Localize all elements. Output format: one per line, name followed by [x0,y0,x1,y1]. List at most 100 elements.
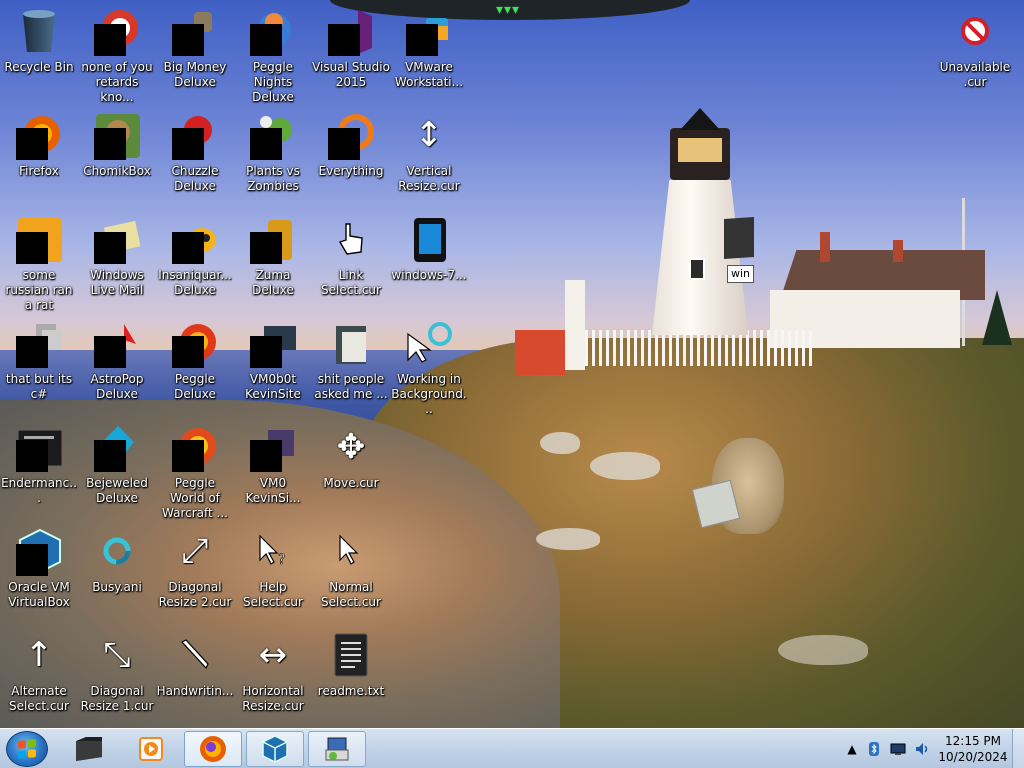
wallpaper-lighthouse-glass [678,138,722,162]
desktop-icon-peggle-world-of-warcraft[interactable]: Peggle World of Warcraft ... [156,420,234,520]
desktop-icon-recycle-bin[interactable]: Recycle Bin [0,4,78,104]
desktop-icon-vertical-resize-cur[interactable]: ↕ Vertical Resize.cur [390,108,468,208]
wallpaper-fence [585,330,815,366]
redaction-box [94,440,126,472]
desktop-icon-visual-studio-2015[interactable]: Visual Studio 2015 [312,4,390,104]
desktop-icon-readme-txt[interactable]: readme.txt [312,628,390,728]
icon-label: Bejeweled Deluxe [86,476,148,505]
desktop-icon-working-in-background[interactable]: Working in Background... [390,316,468,416]
redaction-box [250,232,282,264]
desktop-icon-oracle-vm-virtualbox[interactable]: Oracle VM VirtualBox [0,524,78,624]
taskbar-firefox-button[interactable] [184,731,242,767]
desktop-icon-horizontal-resize-cur[interactable]: ↔ Horizontal Resize.cur [234,628,312,728]
icon-label: Oracle VM VirtualBox [8,580,70,609]
clock[interactable]: 12:15 PM 10/20/2024 [938,733,1008,765]
icon-label: that but its c# [5,372,73,401]
desktop-icon-astropop-deluxe[interactable]: AstroPop Deluxe [78,316,156,416]
desktop-icon-peggle-deluxe[interactable]: Peggle Deluxe [156,316,234,416]
desktop-icon-insaniquarium-deluxe[interactable]: Insaniquar... Deluxe [156,212,234,312]
desktop-icon-handwriting-cur[interactable]: Handwritin... [156,628,234,728]
desktop-icon-endermanch[interactable]: Endermanc... [0,420,78,520]
redaction-box [94,24,126,56]
unavailable-cursor-icon [952,8,998,54]
taskbar-virtualbox-button[interactable] [246,731,304,767]
icon-label: Recycle Bin [4,60,74,74]
working-cursor-icon [406,320,452,366]
desktop-icon-diagonal-resize-1-cur[interactable]: ⤡ Diagonal Resize 1.cur [78,628,156,728]
desktop-icon-peggle-nights-deluxe[interactable]: Peggle Nights Deluxe [234,4,312,104]
top-overlay-indicator: ▾▾▾ [496,2,521,18]
desktop-icon-zuma-deluxe[interactable]: Zuma Deluxe [234,212,312,312]
redaction-box [172,24,204,56]
up-arrow-cursor-icon: ↑ [24,635,54,675]
desktop-icon-app[interactable]: none of you retards kno... [78,4,156,104]
redaction-box [250,128,282,160]
icon-label: Link Select.cur [321,268,381,297]
diagonal-resize-cursor-icon: ⤡ [103,635,131,675]
show-desktop-button[interactable] [1012,729,1024,768]
media-player-icon [139,737,163,761]
volume-icon[interactable] [914,741,930,757]
chevron-up-icon[interactable]: ▲ [844,741,860,757]
taskbar-media-player-button[interactable] [122,731,180,767]
desktop-icon-alternate-select-cur[interactable]: ↑ Alternate Select.cur [0,628,78,728]
desktop-icon-help-select-cur[interactable]: ? Help Select.cur [234,524,312,624]
desktop-icon-unavailable-cur[interactable]: Unavailable .cur [936,4,1014,104]
bluetooth-icon[interactable] [866,741,882,757]
desktop-icon-vm0b0t-kevinsite[interactable]: VM0b0t KevinSite [234,316,312,416]
redaction-box [328,128,360,160]
pen-cursor-icon [172,632,218,678]
desktop-icon-normal-select-cur[interactable]: Normal Select.cur [312,524,390,624]
icon-label: Everything [318,164,384,178]
desktop-icon-everything[interactable]: Everything [312,108,390,208]
desktop-icon-folder[interactable]: shit people asked me ... [312,316,390,416]
desktop-icon-chuzzle-deluxe[interactable]: Chuzzle Deluxe [156,108,234,208]
vertical-resize-cursor-icon: ↕ [414,115,444,155]
icon-label: Handwritin... [156,684,234,698]
desktop-icon-big-money-deluxe[interactable]: Big Money Deluxe [156,4,234,104]
desktop-icon-vmware-workstation[interactable]: VMware Workstati... [390,4,468,104]
redaction-box [172,336,204,368]
desktop-icon-link-select-cur[interactable]: Link Select.cur [312,212,390,312]
icon-label: windows-7... [391,268,467,282]
icon-label: AstroPop Deluxe [90,372,144,401]
desktop-icon-windows-7[interactable]: windows-7... [390,212,468,312]
hand-cursor-icon [328,216,374,262]
desktop-icon-diagonal-resize-2-cur[interactable]: ⤢ Diagonal Resize 2.cur [156,524,234,624]
installer-icon [325,737,349,761]
redaction-box [16,440,48,472]
virtualbox-icon [262,735,288,763]
network-icon[interactable] [890,741,906,757]
icon-label: Plants vs Zombies [246,164,300,193]
icon-label: shit people asked me ... [314,372,388,401]
desktop-icon-plants-vs-zombies[interactable]: Plants vs Zombies [234,108,312,208]
icon-label: Unavailable .cur [939,60,1011,89]
icon-label: VMware Workstati... [394,60,464,89]
desktop-icon-chomikbox[interactable]: ChomikBox [78,108,156,208]
redaction-box [16,128,48,160]
svg-text:?: ? [278,552,285,568]
redaction-box [94,232,126,264]
desktop-icon-firefox[interactable]: Firefox [0,108,78,208]
icon-label: Working in Background... [391,372,467,416]
icon-label: Normal Select.cur [321,580,381,609]
desktop-icon-vm0-kevinsite[interactable]: VM0 KevinSi... [234,420,312,520]
taskbar: ▲ 12:15 PM 10/20/2024 [0,728,1024,768]
start-button[interactable] [6,731,48,767]
wallpaper-boulder [778,635,868,665]
icon-label: Chuzzle Deluxe [171,164,219,193]
wallpaper-chimney [820,232,830,262]
icon-label: readme.txt [317,684,385,698]
desktop-icon-app[interactable]: some russian ran a rat [0,212,78,312]
wallpaper-tree [982,290,1012,345]
desktop-icon-bejeweled-deluxe[interactable]: Bejeweled Deluxe [78,420,156,520]
desktop-icon-app[interactable]: that but its c# [0,316,78,416]
desktop-icon-move-cur[interactable]: ✥ Move.cur [312,420,390,520]
desktop-icon-windows-live-mail[interactable]: Windows Live Mail [78,212,156,312]
taskbar-installer-button[interactable] [308,731,366,767]
desktop-icon-busy-ani[interactable]: Busy.ani [78,524,156,624]
redaction-box [94,128,126,160]
icon-label: Firefox [19,164,59,178]
taskbar-explorer-button[interactable] [60,731,118,767]
windows-start-icon [18,739,36,759]
